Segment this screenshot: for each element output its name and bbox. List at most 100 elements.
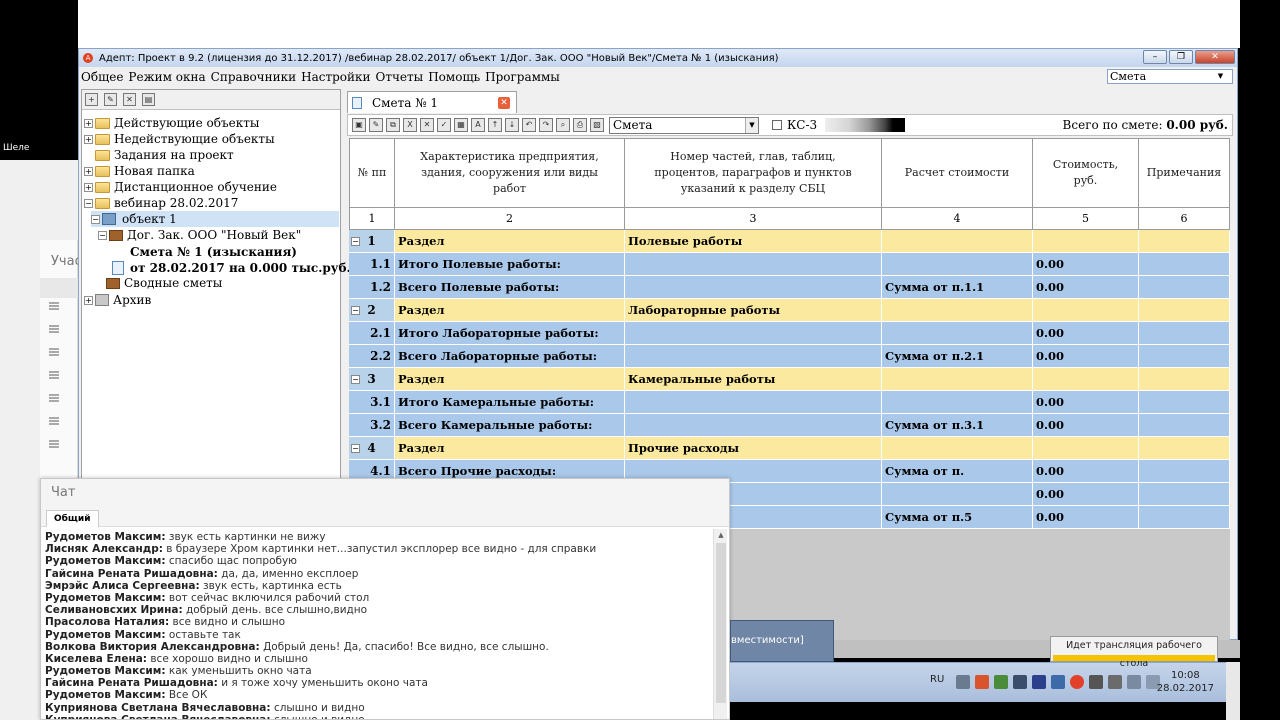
menu-window-mode[interactable]: Режим окна — [128, 70, 205, 84]
arrow-up-icon[interactable]: ↑ — [488, 118, 502, 132]
grid-cell[interactable] — [625, 276, 882, 299]
language-indicator[interactable]: RU — [930, 674, 944, 685]
column-header-number[interactable]: № пп — [349, 139, 395, 208]
chat-author[interactable]: Куприянова Светлана Вячеславовна: — [45, 702, 271, 714]
tab-estimate-1[interactable]: Смета № 1 ✕ — [347, 91, 517, 113]
open-icon[interactable]: ▣ — [352, 118, 366, 132]
grid-cell[interactable] — [882, 322, 1033, 345]
tree-item[interactable]: + Новая папка — [84, 163, 195, 179]
grid-cell[interactable] — [882, 437, 1033, 460]
grid-cell[interactable] — [882, 253, 1033, 276]
collapse-icon[interactable]: − — [351, 444, 360, 453]
tray-app-icon[interactable] — [956, 675, 970, 689]
grid-cell[interactable]: Раздел — [395, 230, 625, 253]
grid-cell[interactable]: 0.00 — [1033, 483, 1139, 506]
collapse-icon[interactable]: − — [351, 375, 360, 384]
menu-settings[interactable]: Настройки — [301, 70, 370, 84]
grid-cell[interactable]: Всего Лабораторные работы: — [395, 345, 625, 368]
grid-cell[interactable]: Лабораторные работы — [625, 299, 882, 322]
taskbar-window-chip[interactable]: вместимости] — [730, 620, 834, 662]
grid-cell[interactable]: Раздел — [395, 368, 625, 391]
grid-cell[interactable] — [1139, 299, 1230, 322]
check-icon[interactable]: ✓ — [437, 118, 451, 132]
estimate-type-select[interactable]: Смета ▼ — [609, 116, 759, 134]
chat-author[interactable]: Волкова Виктория Александровна: — [45, 641, 260, 653]
tray-app-icon[interactable] — [1051, 675, 1065, 689]
grid-cell[interactable]: −3 — [349, 368, 395, 391]
chat-author[interactable]: Селивановсхих Ирина: — [45, 604, 183, 616]
column-header-reference[interactable]: Номер частей, глав, таблиц, процентов, п… — [625, 139, 882, 208]
participant-menu-icon[interactable] — [49, 302, 59, 310]
grid-cell[interactable]: 3.1 — [349, 391, 395, 414]
tree-item-estimate-details[interactable]: от 28.02.2017 на 0.000 тыс.руб. — [112, 260, 351, 276]
expander-icon[interactable]: + — [84, 118, 93, 128]
grid-cell[interactable] — [1139, 368, 1230, 391]
grid-cell[interactable]: Итого Камеральные работы: — [395, 391, 625, 414]
edit-icon[interactable]: ✎ — [369, 118, 383, 132]
grid-cell[interactable] — [1139, 345, 1230, 368]
grid-cell[interactable] — [1139, 253, 1230, 276]
grid-cell[interactable]: 3.2 — [349, 414, 395, 437]
maximize-button[interactable]: ❐ — [1169, 50, 1193, 64]
mode-select[interactable]: Смета ▼ — [1107, 69, 1233, 84]
grid-cell[interactable] — [1139, 391, 1230, 414]
grid-cell[interactable]: Раздел — [395, 437, 625, 460]
table-icon[interactable]: ▦ — [454, 118, 468, 132]
total-row[interactable]: 3.2 Всего Камеральные работы: Сумма от п.3… — [349, 414, 1230, 437]
grid-cell[interactable] — [1139, 506, 1230, 529]
window-titlebar[interactable]: А Адепт: Проект в 9.2 (лицензия до 31.12… — [79, 49, 1237, 67]
grid-cell[interactable] — [625, 345, 882, 368]
close-button[interactable]: ✕ — [1195, 50, 1235, 64]
chat-author[interactable]: Рудометов Максим: — [45, 555, 166, 567]
tree-item-estimate[interactable]: Смета № 1 (изыскания) — [112, 244, 297, 260]
tree-item[interactable]: + Действующие объекты — [84, 115, 259, 131]
participant-menu-icon[interactable] — [49, 417, 59, 425]
menu-help[interactable]: Помощь — [428, 70, 480, 84]
delete-icon[interactable]: ✕ — [420, 118, 434, 132]
chat-tab-general[interactable]: Общий — [46, 510, 99, 527]
grid-cell[interactable] — [625, 414, 882, 437]
participant-menu-icon[interactable] — [49, 348, 59, 356]
expander-icon[interactable]: + — [84, 182, 93, 192]
grid-cell[interactable]: Сумма от п. — [882, 460, 1033, 483]
grid-cell[interactable]: Прочие расходы — [625, 437, 882, 460]
tree-item[interactable]: Задания на проект — [95, 147, 234, 163]
pen-icon[interactable]: A — [471, 118, 485, 132]
chat-author[interactable]: Лисняк Александр: — [45, 543, 163, 555]
scroll-up-icon[interactable]: ▲ — [714, 529, 728, 541]
chat-author[interactable]: Рудометов Максим: — [45, 689, 166, 701]
participant-menu-icon[interactable] — [49, 371, 59, 379]
scroll-thumb[interactable] — [716, 543, 726, 703]
excel-icon[interactable]: X — [403, 118, 417, 132]
total-row[interactable]: 1.2 Всего Полевые работы: Сумма от п.1.1 0.… — [349, 276, 1230, 299]
chat-author[interactable]: Гайсина Рената Ришадовна: — [45, 568, 218, 580]
grid-cell[interactable]: −4 — [349, 437, 395, 460]
tray-app-icon[interactable] — [975, 675, 989, 689]
grid-cell[interactable]: Сумма от п.1.1 — [882, 276, 1033, 299]
minimize-button[interactable]: – — [1143, 50, 1167, 64]
chat-author[interactable]: Гайсина Рената Ришадовна: — [45, 677, 218, 689]
grid-cell[interactable]: Раздел — [395, 299, 625, 322]
total-row[interactable]: 2.1 Итого Лабораторные работы: 0.00 — [349, 322, 1230, 345]
chat-author[interactable]: Куприянова Светлана Вячеславовна: — [45, 714, 271, 719]
tray-app-icon[interactable] — [1089, 675, 1103, 689]
expander-icon[interactable]: − — [91, 214, 100, 224]
column-header-cost[interactable]: Стоимость, руб. — [1033, 139, 1139, 208]
participant-menu-icon[interactable] — [49, 325, 59, 333]
grid-cell[interactable]: Полевые работы — [625, 230, 882, 253]
chat-author[interactable]: Рудометов Максим: — [45, 665, 166, 677]
delete-icon[interactable]: ✕ — [123, 93, 136, 106]
chat-author[interactable]: Эмрэйс Алиса Сергеевна: — [45, 580, 200, 592]
chat-author[interactable]: Рудометов Максим: — [45, 531, 166, 543]
grid-cell[interactable]: Итого Лабораторные работы: — [395, 322, 625, 345]
undo-icon[interactable]: ↶ — [522, 118, 536, 132]
grid-cell[interactable] — [625, 322, 882, 345]
tree-item-selected[interactable]: − объект 1 — [91, 211, 339, 227]
column-header-notes[interactable]: Примечания — [1139, 139, 1230, 208]
grid-cell[interactable]: 0.00 — [1033, 253, 1139, 276]
grid-cell[interactable] — [1139, 414, 1230, 437]
chat-author[interactable]: Рудометов Максим: — [45, 592, 166, 604]
expander-icon[interactable]: + — [84, 295, 93, 305]
arrow-down-icon[interactable]: ↓ — [505, 118, 519, 132]
tree-item[interactable]: − вебинар 28.02.2017 — [84, 195, 238, 211]
